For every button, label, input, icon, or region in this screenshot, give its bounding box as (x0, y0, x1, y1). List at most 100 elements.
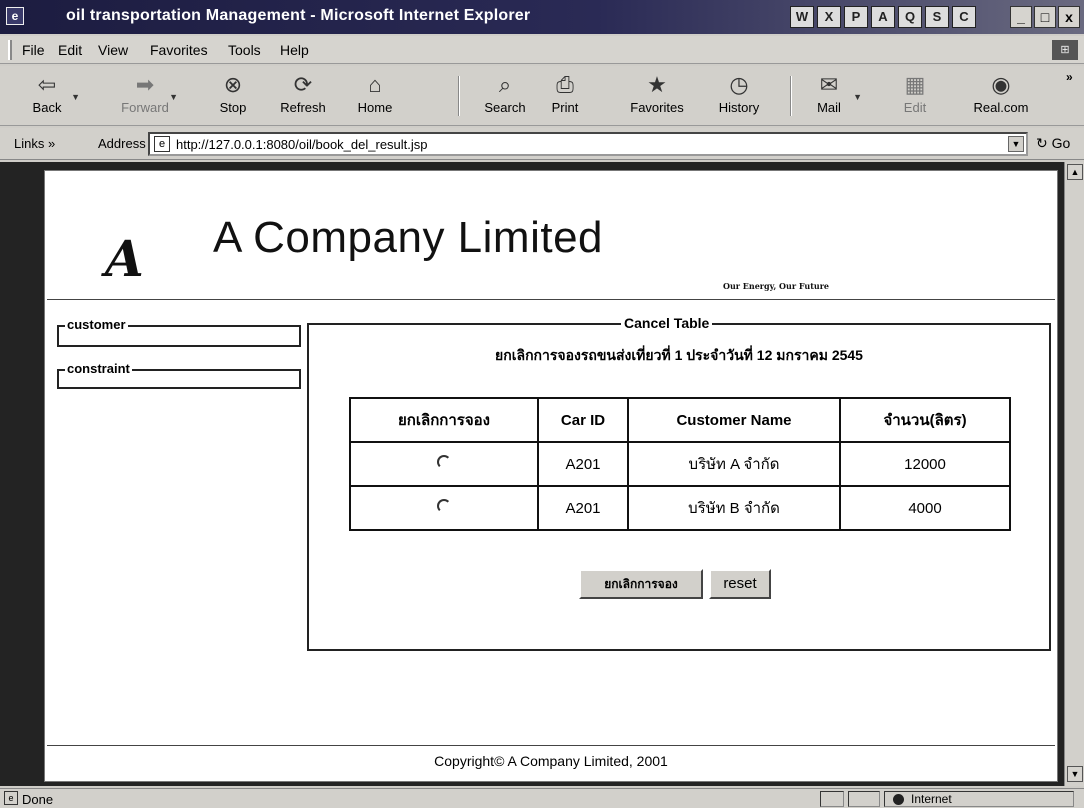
status-cell (848, 791, 880, 807)
excel-icon[interactable]: X (817, 6, 841, 28)
print-icon: ⎙ (556, 72, 574, 97)
home-label: Home (357, 100, 393, 115)
favorites-button[interactable]: ★ Favorites (622, 72, 692, 122)
stop-label: Stop (219, 100, 247, 115)
toolbar-separator (790, 76, 792, 116)
back-label: Back (32, 100, 62, 115)
col-amount-litres: จำนวน(ลิตร) (839, 397, 1011, 443)
address-input[interactable]: e http://127.0.0.1:8080/oil/book_del_res… (148, 132, 1028, 156)
footer-divider (47, 745, 1055, 746)
edit-button[interactable]: ▦ Edit (880, 72, 950, 122)
stop-button[interactable]: ⊗ Stop (198, 72, 268, 122)
history-icon: ◷ (729, 72, 749, 97)
mail-dropdown-icon[interactable]: ▼ (853, 92, 862, 102)
internet-globe-icon (893, 794, 904, 805)
vertical-scrollbar[interactable]: ▲ ▼ (1064, 162, 1084, 786)
refresh-label: Refresh (280, 100, 326, 115)
company-name: A Company Limited (213, 213, 604, 262)
page-icon: e (154, 136, 170, 152)
scroll-down-icon[interactable]: ▼ (1067, 766, 1083, 782)
status-bar: e Done Internet (0, 788, 1084, 808)
history-button[interactable]: ◷ History (704, 72, 774, 122)
find-icon[interactable]: Q (898, 6, 922, 28)
company-logo-icon: A (105, 229, 144, 288)
refresh-button[interactable]: ⟳ Refresh (268, 72, 338, 122)
menu-grip (8, 40, 12, 60)
maximize-button[interactable]: □ (1034, 6, 1056, 28)
address-label: Address (98, 136, 146, 151)
realcom-button[interactable]: ◉ Real.com (966, 72, 1036, 122)
forward-dropdown-icon[interactable]: ▼ (169, 92, 178, 102)
go-button[interactable]: ↻ Go (1036, 135, 1070, 152)
home-icon: ⌂ (368, 72, 382, 97)
col-customer-name: Customer Name (627, 397, 841, 443)
forward-label: Forward (121, 100, 169, 115)
cancel-radio-2[interactable] (437, 499, 451, 513)
home-button[interactable]: ⌂ Home (340, 72, 410, 122)
amount-cell: 4000 (839, 485, 1011, 531)
security-zone: Internet (884, 791, 1074, 807)
cancel-radio-1[interactable] (437, 455, 451, 469)
customer-cell: บริษัท A จำกัด (627, 441, 841, 487)
toolbar: ⇦ Back ▼ ➡ Forward ▼ ⊗ Stop ⟳ Refresh ⌂ … (0, 66, 1084, 126)
menu-edit[interactable]: Edit (58, 42, 82, 58)
zone-label: Internet (911, 792, 952, 806)
edit-label: Edit (903, 100, 927, 115)
settings-icon[interactable]: S (925, 6, 949, 28)
browser-window: e oil transportation Management - Micros… (0, 0, 1084, 808)
cancel-booking-button[interactable]: ยกเลิกการจอง (579, 569, 703, 599)
access-icon[interactable]: A (871, 6, 895, 28)
booking-subtitle: ยกเลิกการจองรถขนส่งเที่ยวที่ 1 ประจำวันท… (495, 347, 863, 363)
customer-legend: customer (65, 317, 128, 332)
toolbar-chevron-icon[interactable]: » (1066, 70, 1073, 84)
refresh-icon: ⟳ (293, 72, 313, 97)
cancel-table-fieldset: Cancel Table ยกเลิกการจองรถขนส่งเที่ยวที… (307, 316, 1051, 651)
web-page: A A Company Limited Our Energy, Our Futu… (44, 170, 1058, 782)
history-label: History (718, 100, 760, 115)
print-button[interactable]: ⎙ Print (530, 72, 600, 122)
copyright-text: Copyright© A Company Limited, 2001 (434, 753, 668, 769)
constraint-legend: constraint (65, 361, 132, 376)
address-dropdown-icon[interactable]: ▼ (1008, 136, 1024, 152)
cancel-cell (349, 441, 539, 487)
scroll-up-icon[interactable]: ▲ (1067, 164, 1083, 180)
go-arrow-icon: ↻ (1036, 135, 1048, 151)
back-dropdown-icon[interactable]: ▼ (71, 92, 80, 102)
car-id-cell: A201 (537, 485, 629, 531)
close-button[interactable]: x (1058, 6, 1080, 28)
cancel-table-legend: Cancel Table (621, 316, 713, 330)
menu-file[interactable]: File (22, 42, 45, 58)
search-icon: ⌕ (498, 72, 512, 97)
edit-icon: ▦ (904, 72, 926, 97)
back-button[interactable]: ⇦ Back ▼ (12, 72, 82, 122)
table-row: A201 บริษัท B จำกัด 4000 (349, 485, 1011, 531)
links-button[interactable]: Links » (14, 136, 55, 151)
language-icon[interactable]: C (952, 6, 976, 28)
url-text[interactable]: http://127.0.0.1:8080/oil/book_del_resul… (176, 137, 428, 152)
menu-help[interactable]: Help (280, 42, 309, 58)
booking-table: ยกเลิกการจอง Car ID Customer Name จำนวน(… (349, 397, 1011, 531)
menu-tools[interactable]: Tools (228, 42, 261, 58)
minimize-button[interactable]: _ (1010, 6, 1032, 28)
col-car-id: Car ID (537, 397, 629, 443)
col-cancel-booking: ยกเลิกการจอง (349, 397, 539, 443)
status-cell (820, 791, 844, 807)
word-icon[interactable]: W (790, 6, 814, 28)
ie-icon: e (6, 7, 24, 25)
page-done-icon: e (4, 791, 18, 805)
forward-button[interactable]: ➡ Forward ▼ (110, 72, 180, 122)
powerpoint-icon[interactable]: P (844, 6, 868, 28)
menu-favorites[interactable]: Favorites (150, 42, 208, 58)
table-row: A201 บริษัท A จำกัด 12000 (349, 441, 1011, 487)
menu-view[interactable]: View (98, 42, 128, 58)
forward-arrow-icon: ➡ (135, 72, 155, 97)
mail-button[interactable]: ✉ Mail ▼ (794, 72, 864, 122)
car-id-cell: A201 (537, 441, 629, 487)
header-divider (47, 299, 1055, 300)
toolbar-separator (458, 76, 460, 116)
customer-fieldset: customer (57, 318, 301, 347)
window-title: oil transportation Management - Microsof… (66, 7, 531, 24)
window-controls: _ □ x (1010, 6, 1080, 28)
reset-button[interactable]: reset (709, 569, 771, 599)
status-text: Done (22, 792, 54, 807)
